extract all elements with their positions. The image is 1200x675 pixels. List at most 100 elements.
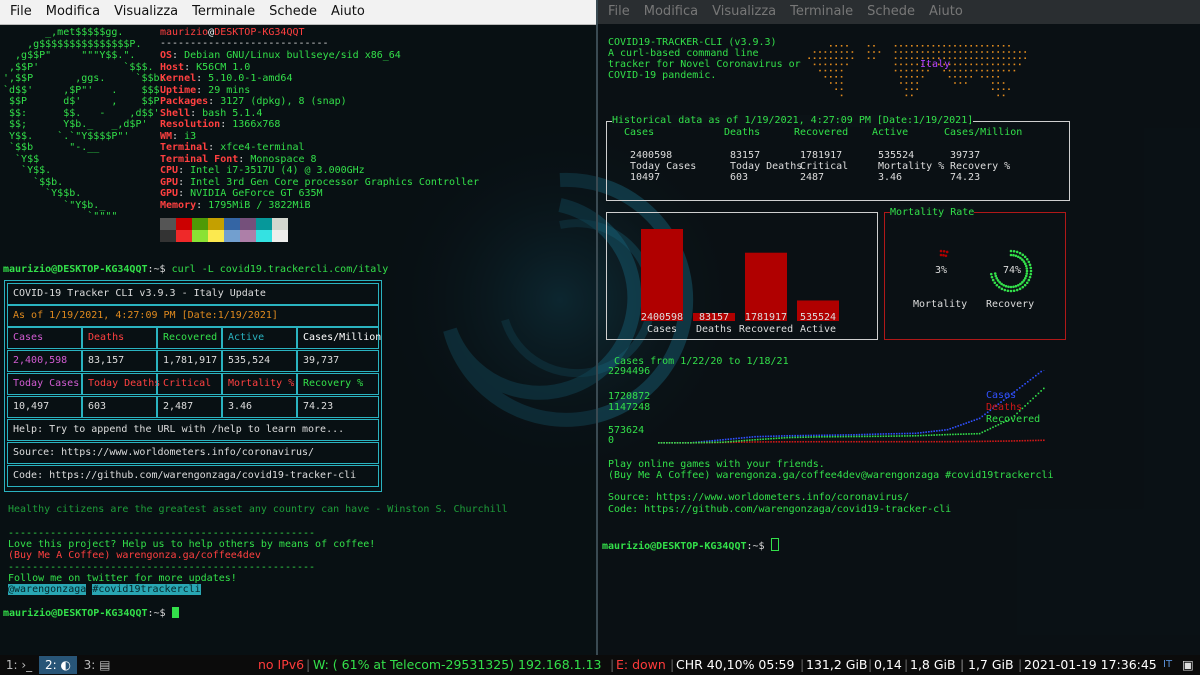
neofetch-row: Host: K56CM 1.0 <box>160 61 251 73</box>
workspace-1[interactable]: 1: ›_ <box>0 656 38 674</box>
menu-file[interactable]: File <box>3 0 39 24</box>
menu-aiuto[interactable]: Aiuto <box>324 0 372 24</box>
menu-visualizza[interactable]: Visualizza <box>107 0 185 24</box>
line-point-cases <box>727 438 730 441</box>
donut-dot <box>1025 269 1029 273</box>
workspace-2[interactable]: 2: ◐ <box>39 656 77 674</box>
line-point-recovered <box>837 435 839 438</box>
line-point-cases <box>1040 370 1042 373</box>
line-point-deaths <box>813 440 815 443</box>
map-dot <box>975 51 978 53</box>
workspace-3[interactable]: 3: ▤ <box>78 656 116 674</box>
color-swatch <box>208 230 224 242</box>
line-point-recovered <box>676 442 679 444</box>
status-disk: 131,2 GiB <box>806 657 868 672</box>
map-dot <box>932 51 935 53</box>
map-dot <box>905 57 908 59</box>
neofetch-value: xfce4-terminal <box>220 142 305 153</box>
line-point-deaths <box>826 440 829 443</box>
map-dot <box>959 63 962 66</box>
network-tray-icon[interactable]: ▣ <box>1182 655 1194 675</box>
map-dot <box>921 51 924 53</box>
ascii-line: Y$$. `.`"Y$$$$P"' <box>3 130 130 142</box>
line-point-deaths <box>954 440 957 443</box>
line-point-cases <box>756 435 759 438</box>
line-point-cases <box>754 435 756 438</box>
map-dot <box>835 57 837 59</box>
menu-terminale[interactable]: Terminale <box>185 0 262 24</box>
table-header-cell: Cases <box>13 332 44 343</box>
map-dot <box>867 45 870 47</box>
donut-dot <box>1014 284 1018 288</box>
map-dot <box>954 57 956 59</box>
map-dot <box>965 45 967 47</box>
menu-modifica-r[interactable]: Modifica <box>637 0 705 24</box>
line-point-recovered <box>1043 387 1045 390</box>
line-point-cases <box>847 434 850 436</box>
table-value-cell: 10,497 <box>13 401 50 412</box>
line-point-recovered <box>783 436 786 439</box>
line-point-recovered <box>813 436 815 438</box>
menu-schede[interactable]: Schede <box>262 0 324 24</box>
donut-dot <box>1000 287 1004 291</box>
menu-aiuto-r[interactable]: Aiuto <box>922 0 970 24</box>
map-dot <box>927 51 929 53</box>
map-dot <box>1002 63 1005 66</box>
historical-header: Recovered <box>794 127 849 138</box>
keyboard-layout[interactable]: IT <box>1163 655 1172 675</box>
neofetch-key: CPU <box>160 165 179 176</box>
line-point-cases <box>925 431 927 433</box>
prompt-line-2: maurizio@DESKTOP-KG34QQT:~$ <box>3 607 179 620</box>
line-point-recovered <box>858 435 861 438</box>
line-point-recovered <box>895 435 898 437</box>
menu-terminale-r[interactable]: Terminale <box>783 0 860 24</box>
map-dot <box>997 69 999 72</box>
header-line-1: COVID19-TRACKER-CLI (v3.9.3) <box>608 37 777 48</box>
menu-modifica[interactable]: Modifica <box>39 0 107 24</box>
menu-visualizza-r[interactable]: Visualizza <box>705 0 783 24</box>
line-point-deaths <box>842 440 845 443</box>
line-point-deaths <box>911 440 914 443</box>
line-point-recovered <box>775 437 778 440</box>
map-dot <box>835 63 837 66</box>
donut-dot <box>1023 283 1027 287</box>
line-point-deaths <box>837 440 839 443</box>
map-dot <box>1024 57 1026 59</box>
color-swatch <box>256 230 272 242</box>
line-point-cases <box>775 435 778 437</box>
line-point-deaths <box>823 440 826 443</box>
line-point-recovered <box>700 441 703 444</box>
table-header-cell: Mortality % <box>228 378 295 389</box>
donut-dot <box>997 285 1001 289</box>
line-point-deaths <box>866 440 869 443</box>
line-point-cases <box>831 434 834 436</box>
line-point-recovered <box>992 426 994 429</box>
terminal-window-right[interactable]: File Modifica Visualizza Terminale Schede Aiu… <box>598 0 1200 655</box>
donut-dot <box>939 253 943 257</box>
map-dot <box>905 51 908 53</box>
line-point-recovered <box>807 436 810 438</box>
line-point-deaths <box>815 440 818 443</box>
menu-file-r[interactable]: File <box>601 0 637 24</box>
terminal-window-left[interactable]: File Modifica Visualizza Terminale Schede Aiu… <box>0 0 598 655</box>
color-swatch <box>192 218 208 230</box>
covid-table: COVID-19 Tracker CLI v3.9.3 - Italy Upda… <box>4 280 382 492</box>
map-dot <box>905 94 908 97</box>
historical-header: Mortality % <box>878 161 945 172</box>
bar-category-label: Recovered <box>739 324 793 335</box>
line-point-deaths <box>1026 439 1029 442</box>
donut-dot <box>1012 285 1015 289</box>
map-dot <box>873 45 875 47</box>
line-point-recovered <box>962 433 965 435</box>
table-value-cell: 2,400,598 <box>13 355 68 366</box>
map-dot <box>1002 82 1005 84</box>
line-point-deaths <box>895 440 898 443</box>
donut-dot <box>1003 288 1007 292</box>
map-dot <box>911 45 913 47</box>
map-dot <box>948 76 951 78</box>
menu-schede-r[interactable]: Schede <box>860 0 922 24</box>
line-point-cases <box>799 434 802 437</box>
map-dot <box>959 69 962 72</box>
table-value-cell: 74.23 <box>303 401 334 412</box>
line-point-cases <box>909 432 911 435</box>
